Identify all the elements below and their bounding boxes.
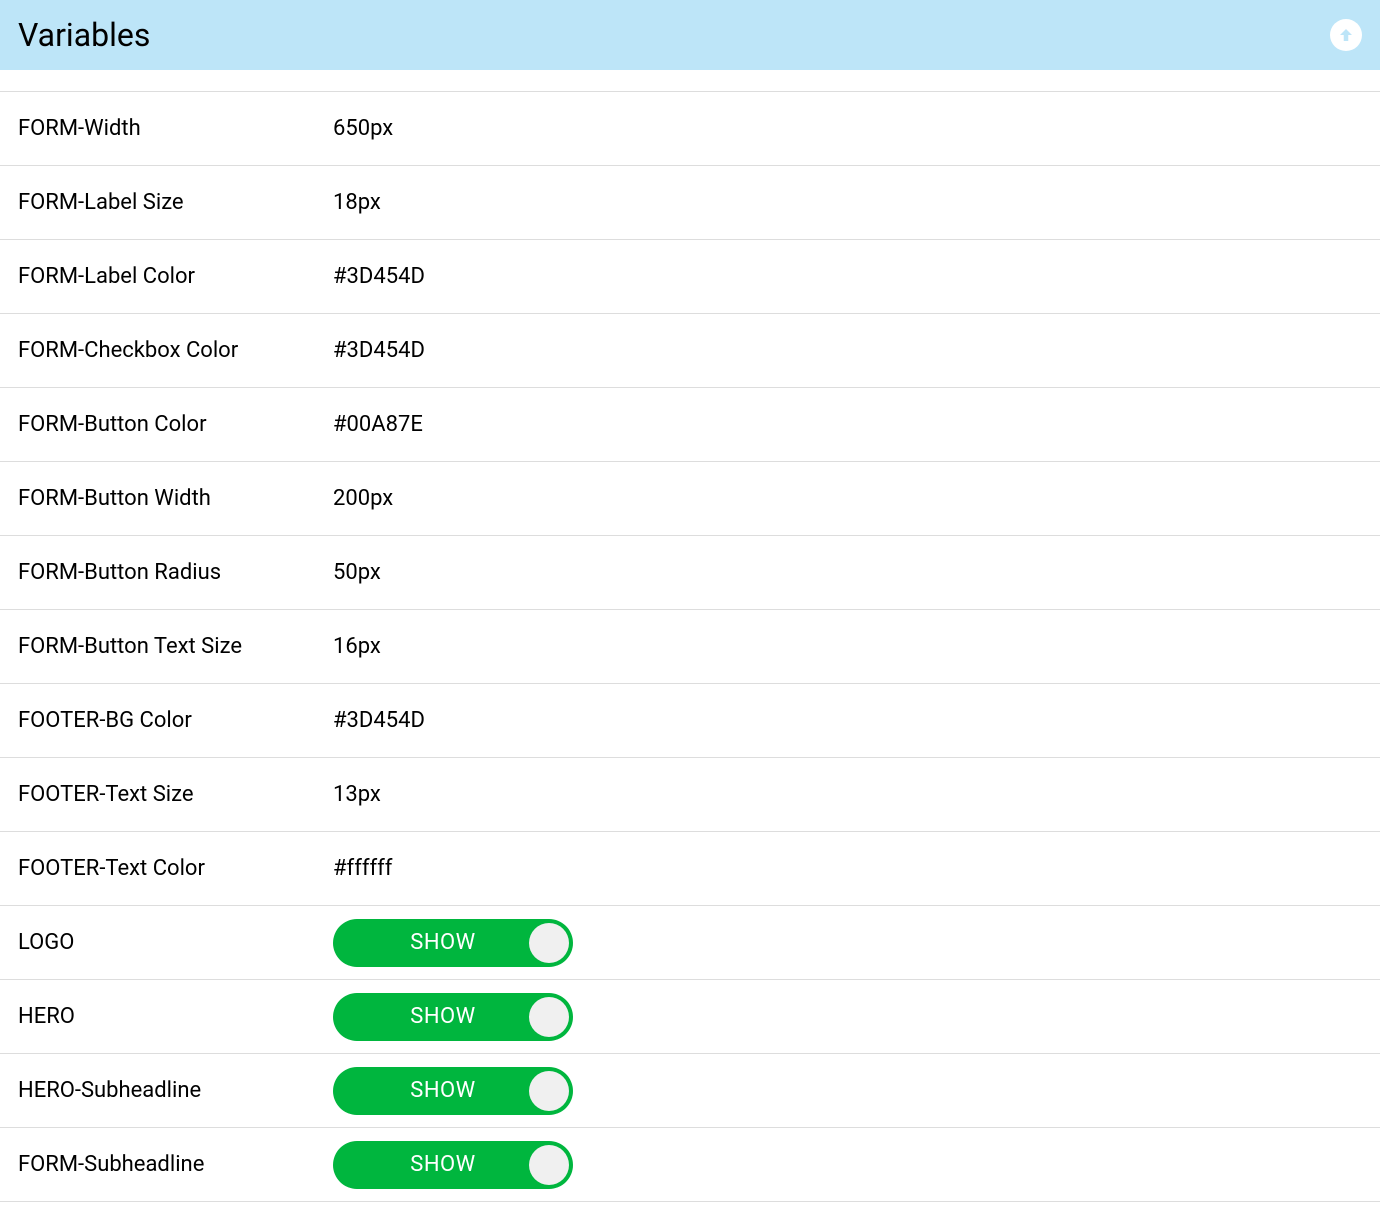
variable-label: FORM-Checkbox Color [18,338,333,363]
spacer [0,70,1380,92]
variable-value[interactable]: 200px [333,486,393,511]
variable-value[interactable]: 50px [333,560,381,585]
variable-label: FOOTER-BG Color [18,708,333,733]
scroll-up-icon[interactable] [1330,19,1362,51]
toggle-knob [529,1071,569,1111]
variable-row: LOGO SHOW [0,906,1380,980]
toggle-label: SHOW [410,1078,475,1103]
variable-value[interactable]: #3D454D [333,338,425,363]
variable-row: HERO SHOW [0,980,1380,1054]
variable-label: FORM-Subheadline [18,1152,333,1177]
toggle-switch[interactable]: SHOW [333,919,573,967]
toggle-knob [529,923,569,963]
toggle-label: SHOW [410,1152,475,1177]
variable-row: FORM-Button Text Size16px [0,610,1380,684]
variable-row: FOOTER-Text Size13px [0,758,1380,832]
variable-row: FORM-Subheadline SHOW [0,1128,1380,1202]
variable-label: FORM-Label Color [18,264,333,289]
variable-value[interactable]: 18px [333,190,381,215]
variable-row: FOOTER-BG Color#3D454D [0,684,1380,758]
variable-label: FORM-Width [18,116,333,141]
toggle-knob [529,997,569,1037]
toggle-switch[interactable]: SHOW [333,1141,573,1189]
variable-label: FORM-Button Radius [18,560,333,585]
variables-header: Variables [0,0,1380,70]
variable-value[interactable]: 13px [333,782,381,807]
variable-row: FORM-Label Color#3D454D [0,240,1380,314]
variable-row: FORM-Button Width200px [0,462,1380,536]
variable-label: FORM-Button Color [18,412,333,437]
variable-value[interactable]: 16px [333,634,381,659]
variable-row: FORM-Width650px [0,92,1380,166]
variable-label: FOOTER-Text Size [18,782,333,807]
toggle-knob [529,1145,569,1185]
toggle-label: SHOW [410,930,475,955]
variable-label: FOOTER-Text Color [18,856,333,881]
variable-row: FOOTER-Text Color#ffffff [0,832,1380,906]
variable-label: FORM-Button Text Size [18,634,333,659]
arrow-up-icon [1337,26,1355,44]
variable-label: LOGO [18,930,333,955]
variable-label: HERO-Subheadline [18,1078,333,1103]
toggle-switch[interactable]: SHOW [333,993,573,1041]
variable-value[interactable]: #3D454D [333,708,425,733]
variable-row: FORM-Button Radius50px [0,536,1380,610]
variable-label: HERO [18,1004,333,1029]
variable-row: FORM-Checkbox Color#3D454D [0,314,1380,388]
variable-label: FORM-Label Size [18,190,333,215]
variable-value[interactable]: 650px [333,116,393,141]
toggle-switch[interactable]: SHOW [333,1067,573,1115]
variable-value[interactable]: #3D454D [333,264,425,289]
variable-row: FORM-Button Color#00A87E [0,388,1380,462]
variable-value[interactable]: #ffffff [333,856,392,881]
variable-value[interactable]: #00A87E [333,412,423,437]
toggle-label: SHOW [410,1004,475,1029]
variable-row: FORM-Label Size18px [0,166,1380,240]
variable-label: FORM-Button Width [18,486,333,511]
variable-row: HERO-Subheadline SHOW [0,1054,1380,1128]
header-title: Variables [18,16,150,54]
